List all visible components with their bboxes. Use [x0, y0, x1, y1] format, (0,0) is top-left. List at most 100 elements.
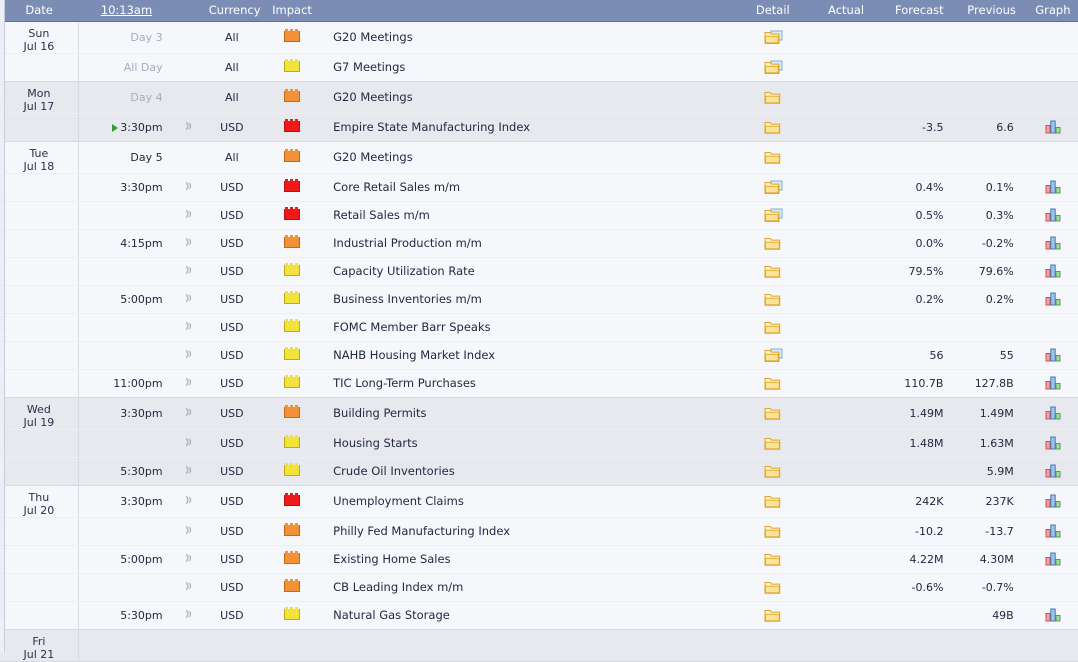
folder-icon[interactable] — [764, 236, 781, 251]
row-event-cell[interactable]: CB Leading Index m/m — [323, 573, 737, 602]
impact-low-icon[interactable] — [284, 435, 301, 448]
table-row[interactable]: 3:30pm USD Core Retail Sales m/m 0.4% 0.1% — [0, 173, 1078, 202]
table-row[interactable]: 5:30pm USD Crude Oil Inventories 5.9M — [0, 457, 1078, 486]
row-event-cell[interactable] — [323, 629, 737, 662]
table-row[interactable]: USD Capacity Utilization Rate 79.5% 79.6% — [0, 257, 1078, 286]
folder-icon[interactable] — [764, 608, 781, 623]
row-event-cell[interactable]: G7 Meetings — [323, 53, 737, 82]
row-event-cell[interactable]: Housing Starts — [323, 429, 737, 458]
bar-graph-icon[interactable] — [1045, 406, 1061, 420]
impact-low-icon[interactable] — [284, 319, 301, 332]
row-event-cell[interactable]: Core Retail Sales m/m — [323, 173, 737, 202]
row-event-cell[interactable]: Empire State Manufacturing Index — [323, 113, 737, 142]
bar-graph-icon[interactable] — [1045, 208, 1061, 222]
table-row[interactable]: USD Retail Sales m/m 0.5% 0.3% — [0, 201, 1078, 230]
row-event-cell[interactable]: G20 Meetings — [323, 81, 737, 114]
table-row[interactable]: Wed Jul 19 3:30pm USD Building Permits 1.49M 1… — [0, 397, 1078, 430]
sound-wave-icon[interactable] — [183, 494, 195, 506]
row-event-cell[interactable]: Retail Sales m/m — [323, 201, 737, 230]
row-event-cell[interactable]: Natural Gas Storage — [323, 601, 737, 630]
table-row[interactable]: USD FOMC Member Barr Speaks — [0, 313, 1078, 342]
folder-with-page-icon[interactable] — [764, 180, 783, 195]
row-event-cell[interactable]: Building Permits — [323, 397, 737, 430]
bar-graph-icon[interactable] — [1045, 524, 1061, 538]
bar-graph-icon[interactable] — [1045, 464, 1061, 478]
table-row[interactable]: Tue Jul 18 Day 5 All G20 Meetings — [0, 141, 1078, 174]
column-header-time[interactable]: 10:13am — [78, 0, 175, 22]
impact-high-icon[interactable] — [284, 119, 301, 132]
row-event-cell[interactable]: FOMC Member Barr Speaks — [323, 313, 737, 342]
sound-wave-icon[interactable] — [183, 464, 195, 476]
row-event-cell[interactable]: Existing Home Sales — [323, 545, 737, 574]
bar-graph-icon[interactable] — [1045, 292, 1061, 306]
column-header-time-label[interactable]: 10:13am — [101, 3, 152, 17]
impact-low-icon[interactable] — [284, 607, 301, 620]
folder-icon[interactable] — [764, 320, 781, 335]
sound-wave-icon[interactable] — [183, 180, 195, 192]
impact-medium-icon[interactable] — [284, 523, 301, 536]
impact-medium-icon[interactable] — [284, 405, 301, 418]
bar-graph-icon[interactable] — [1045, 552, 1061, 566]
row-event-cell[interactable]: NAHB Housing Market Index — [323, 341, 737, 370]
bar-graph-icon[interactable] — [1045, 120, 1061, 134]
folder-icon[interactable] — [764, 406, 781, 421]
folder-icon[interactable] — [764, 150, 781, 165]
sound-wave-icon[interactable] — [183, 264, 195, 276]
column-header-currency[interactable]: Currency — [202, 0, 261, 22]
row-event-cell[interactable]: TIC Long-Term Purchases — [323, 369, 737, 398]
column-header-forecast[interactable]: Forecast — [883, 0, 956, 22]
row-event-cell[interactable]: Crude Oil Inventories — [323, 457, 737, 486]
folder-icon[interactable] — [764, 120, 781, 135]
impact-medium-icon[interactable] — [284, 149, 301, 162]
table-row[interactable]: 5:00pm USD Existing Home Sales 4.22M 4.30M — [0, 545, 1078, 574]
bar-graph-icon[interactable] — [1045, 608, 1061, 622]
bar-graph-icon[interactable] — [1045, 236, 1061, 250]
folder-icon[interactable] — [764, 524, 781, 539]
bar-graph-icon[interactable] — [1045, 436, 1061, 450]
impact-low-icon[interactable] — [284, 263, 301, 276]
column-header-date[interactable]: Date — [0, 0, 79, 22]
table-row[interactable]: 3:30pm USD Empire State Manufacturing Inde… — [0, 113, 1078, 142]
table-row[interactable]: 5:00pm USD Business Inventories m/m 0.2% 0.2… — [0, 285, 1078, 314]
impact-low-icon[interactable] — [284, 463, 301, 476]
bar-graph-icon[interactable] — [1045, 264, 1061, 278]
impact-low-icon[interactable] — [284, 375, 301, 388]
impact-low-icon[interactable] — [284, 347, 301, 360]
sound-wave-icon[interactable] — [183, 524, 195, 536]
folder-with-page-icon[interactable] — [764, 208, 783, 223]
table-row[interactable]: Mon Jul 17 Day 4 All G20 Meetings — [0, 81, 1078, 114]
sound-wave-icon[interactable] — [183, 436, 195, 448]
table-row[interactable]: Fri Jul 21 — [0, 629, 1078, 662]
folder-icon[interactable] — [764, 552, 781, 567]
table-row[interactable]: Sun Jul 16 Day 3 All G20 Meetings — [0, 21, 1078, 54]
folder-icon[interactable] — [764, 90, 781, 105]
table-row[interactable]: 4:15pm USD Industrial Production m/m 0.0% -0… — [0, 229, 1078, 258]
folder-icon[interactable] — [764, 494, 781, 509]
impact-high-icon[interactable] — [284, 493, 301, 506]
column-header-detail[interactable]: Detail — [736, 0, 809, 22]
impact-medium-icon[interactable] — [284, 29, 301, 42]
sound-wave-icon[interactable] — [183, 580, 195, 592]
sound-wave-icon[interactable] — [183, 406, 195, 418]
impact-medium-icon[interactable] — [284, 235, 301, 248]
green-play-arrow-icon[interactable] — [112, 123, 119, 132]
row-event-cell[interactable]: Business Inventories m/m — [323, 285, 737, 314]
row-event-cell[interactable]: G20 Meetings — [323, 21, 737, 54]
folder-icon[interactable] — [764, 264, 781, 279]
impact-medium-icon[interactable] — [284, 579, 301, 592]
column-header-graph[interactable]: Graph — [1027, 0, 1078, 22]
impact-low-icon[interactable] — [284, 59, 301, 72]
folder-icon[interactable] — [764, 436, 781, 451]
row-event-cell[interactable]: Industrial Production m/m — [323, 229, 737, 258]
folder-with-page-icon[interactable] — [764, 60, 783, 75]
bar-graph-icon[interactable] — [1045, 180, 1061, 194]
impact-high-icon[interactable] — [284, 207, 301, 220]
folder-icon[interactable] — [764, 580, 781, 595]
column-header-previous[interactable]: Previous — [955, 0, 1028, 22]
folder-icon[interactable] — [764, 376, 781, 391]
table-row[interactable]: USD CB Leading Index m/m -0.6% -0.7% — [0, 573, 1078, 602]
impact-low-icon[interactable] — [284, 291, 301, 304]
bar-graph-icon[interactable] — [1045, 376, 1061, 390]
sound-wave-icon[interactable] — [183, 320, 195, 332]
column-header-actual[interactable]: Actual — [808, 0, 884, 22]
